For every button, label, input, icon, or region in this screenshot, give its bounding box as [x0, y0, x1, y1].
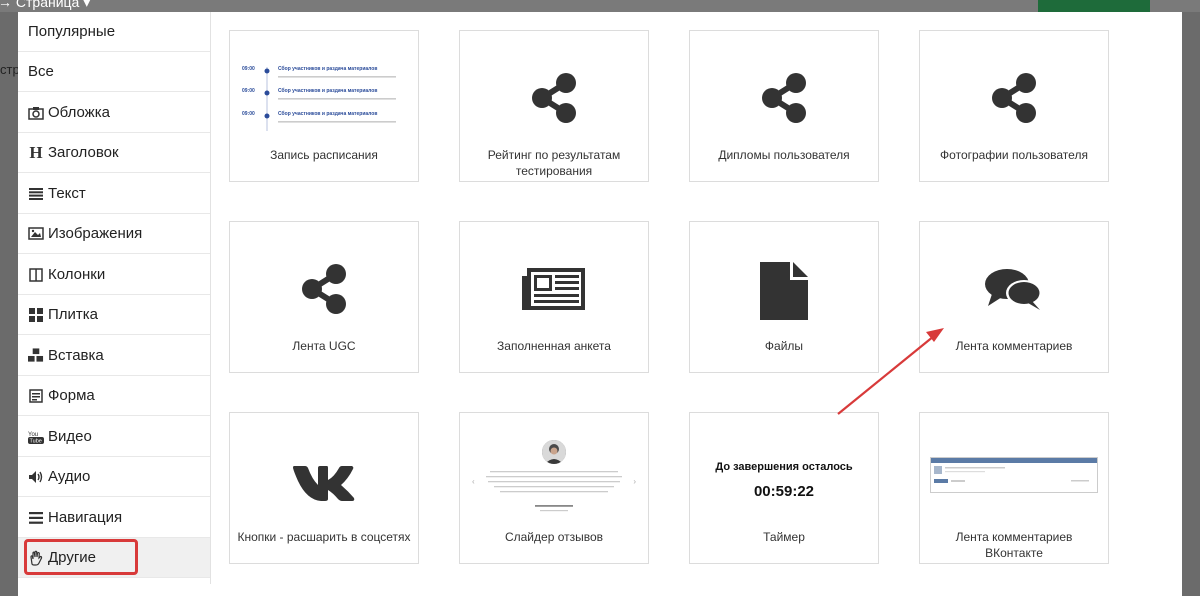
block-card-label: Файлы [764, 339, 804, 353]
sidebar-item-label: Текст [48, 185, 86, 202]
background-header [0, 0, 1200, 12]
background-page-dropdown: → Страница ▾ [0, 0, 91, 10]
sidebar-item-label: Колонки [48, 266, 106, 283]
block-card-ugc-feed[interactable]: Лента UGC [229, 221, 419, 373]
block-card-label: Рейтинг по результатам тестирования [487, 148, 621, 178]
sidebar-item-popular[interactable]: Популярные [18, 12, 210, 52]
sidebar-item-video[interactable]: You Tube Видео [18, 417, 210, 457]
sidebar-item-all[interactable]: Все [18, 52, 210, 92]
share-icon [230, 264, 418, 314]
block-card-test-rating[interactable]: Рейтинг по результатам тестирования [459, 30, 649, 182]
schedule-title: Сбор участников и раздача материалов [278, 66, 378, 72]
menu-icon [28, 510, 44, 526]
share-icon [920, 73, 1108, 123]
share-icon [460, 73, 648, 123]
sidebar-item-label: Популярные [28, 23, 116, 40]
tiles-icon [28, 307, 44, 323]
block-card-timer[interactable]: До завершения осталось 00:59:22 Таймер [689, 412, 879, 564]
category-sidebar: Популярные Все Обложка H Заголовок Текст… [18, 12, 211, 584]
highlight-box [24, 539, 138, 575]
form-icon [28, 388, 44, 404]
sidebar-item-label: Все [28, 63, 54, 80]
sidebar-item-embed[interactable]: Вставка [18, 336, 210, 376]
block-card-label: Лента комментариев ВКонтакте [955, 530, 1073, 560]
vk-comments-preview [930, 457, 1098, 493]
sidebar-item-form[interactable]: Форма [18, 376, 210, 416]
block-card-label: Запись расписания [270, 148, 378, 162]
camera-icon [28, 105, 44, 121]
schedule-time: 09:00 [242, 66, 255, 72]
block-card-vk-comments[interactable]: Лента комментариев ВКонтакте [919, 412, 1109, 564]
sidebar-item-text[interactable]: Текст [18, 174, 210, 214]
block-card-label: Лента UGC [292, 339, 356, 353]
cubes-icon [28, 348, 44, 364]
header-icon: H [29, 142, 43, 162]
sidebar-item-label: Аудио [48, 468, 91, 485]
block-card-comments-feed[interactable]: Лента комментариев [919, 221, 1109, 373]
sidebar-item-label: Плитка [48, 306, 99, 323]
block-card-schedule[interactable]: 09:00 Сбор участников и раздача материал… [229, 30, 419, 182]
block-card-filled-form[interactable]: Заполненная анкета [459, 221, 649, 373]
file-icon [690, 260, 878, 322]
timer-title: До завершения осталось [715, 461, 853, 473]
avatar [542, 440, 566, 464]
vk-icon [230, 463, 418, 503]
sidebar-item-navigation[interactable]: Навигация [18, 498, 210, 538]
block-card-label: Дипломы пользователя [718, 148, 850, 162]
block-card-files[interactable]: Файлы [689, 221, 879, 373]
block-card-label: Фотографии пользователя [940, 148, 1088, 162]
schedule-time: 09:00 [242, 111, 255, 117]
background-fragment: стр [0, 62, 20, 77]
sidebar-item-cover[interactable]: Обложка [18, 93, 210, 133]
svg-text:Tube: Tube [30, 438, 42, 444]
blocks-modal: Популярные Все Обложка H Заголовок Текст… [18, 12, 1182, 596]
block-card-reviews-slider[interactable]: ‹ › Слайдер отзывов [459, 412, 649, 564]
sidebar-item-tiles[interactable]: Плитка [18, 295, 210, 335]
block-card-label: Слайдер отзывов [504, 530, 604, 544]
block-card-label: Таймер [763, 530, 805, 544]
block-card-user-diplomas[interactable]: Дипломы пользователя [689, 30, 879, 182]
schedule-time: 09:00 [242, 88, 255, 94]
block-card-label: Лента комментариев [955, 339, 1073, 353]
schedule-row: 09:00 Сбор участников и раздача материал… [240, 66, 410, 86]
sidebar-item-images[interactable]: Изображения [18, 214, 210, 254]
schedule-title: Сбор участников и раздача материалов [278, 88, 378, 94]
block-card-label: Заполненная анкета [497, 339, 611, 353]
block-card-user-photos[interactable]: Фотографии пользователя [919, 30, 1109, 182]
speaker-icon [28, 469, 44, 485]
timer-value: 00:59:22 [753, 483, 815, 500]
sidebar-item-label: Вставка [48, 347, 104, 364]
schedule-title: Сбор участников и раздача материалов [278, 111, 378, 117]
comments-icon [920, 266, 1108, 312]
image-icon [28, 226, 44, 242]
schedule-row: 09:00 Сбор участников и раздача материал… [240, 111, 410, 131]
youtube-icon: You Tube [28, 429, 44, 445]
sidebar-item-heading[interactable]: H Заголовок [18, 133, 210, 173]
sidebar-item-columns[interactable]: Колонки [18, 255, 210, 295]
sidebar-item-label: Обложка [48, 104, 110, 121]
sidebar-item-label: Навигация [48, 509, 123, 526]
block-card-label: Кнопки - расшарить в соцсетях [237, 530, 411, 544]
columns-icon [28, 267, 44, 283]
background-save-button [1038, 0, 1150, 12]
sidebar-item-label: Видео [48, 428, 92, 445]
share-icon [690, 73, 878, 123]
sidebar-item-label: Изображения [48, 225, 143, 242]
schedule-row: 09:00 Сбор участников и раздача материал… [240, 88, 410, 108]
text-lines-icon [28, 186, 44, 202]
sidebar-item-label: Заголовок [48, 144, 119, 161]
sidebar-item-label: Форма [48, 387, 95, 404]
sidebar-item-audio[interactable]: Аудио [18, 457, 210, 497]
block-card-share-buttons[interactable]: Кнопки - расшарить в соцсетях [229, 412, 419, 564]
newspaper-icon [460, 266, 648, 312]
